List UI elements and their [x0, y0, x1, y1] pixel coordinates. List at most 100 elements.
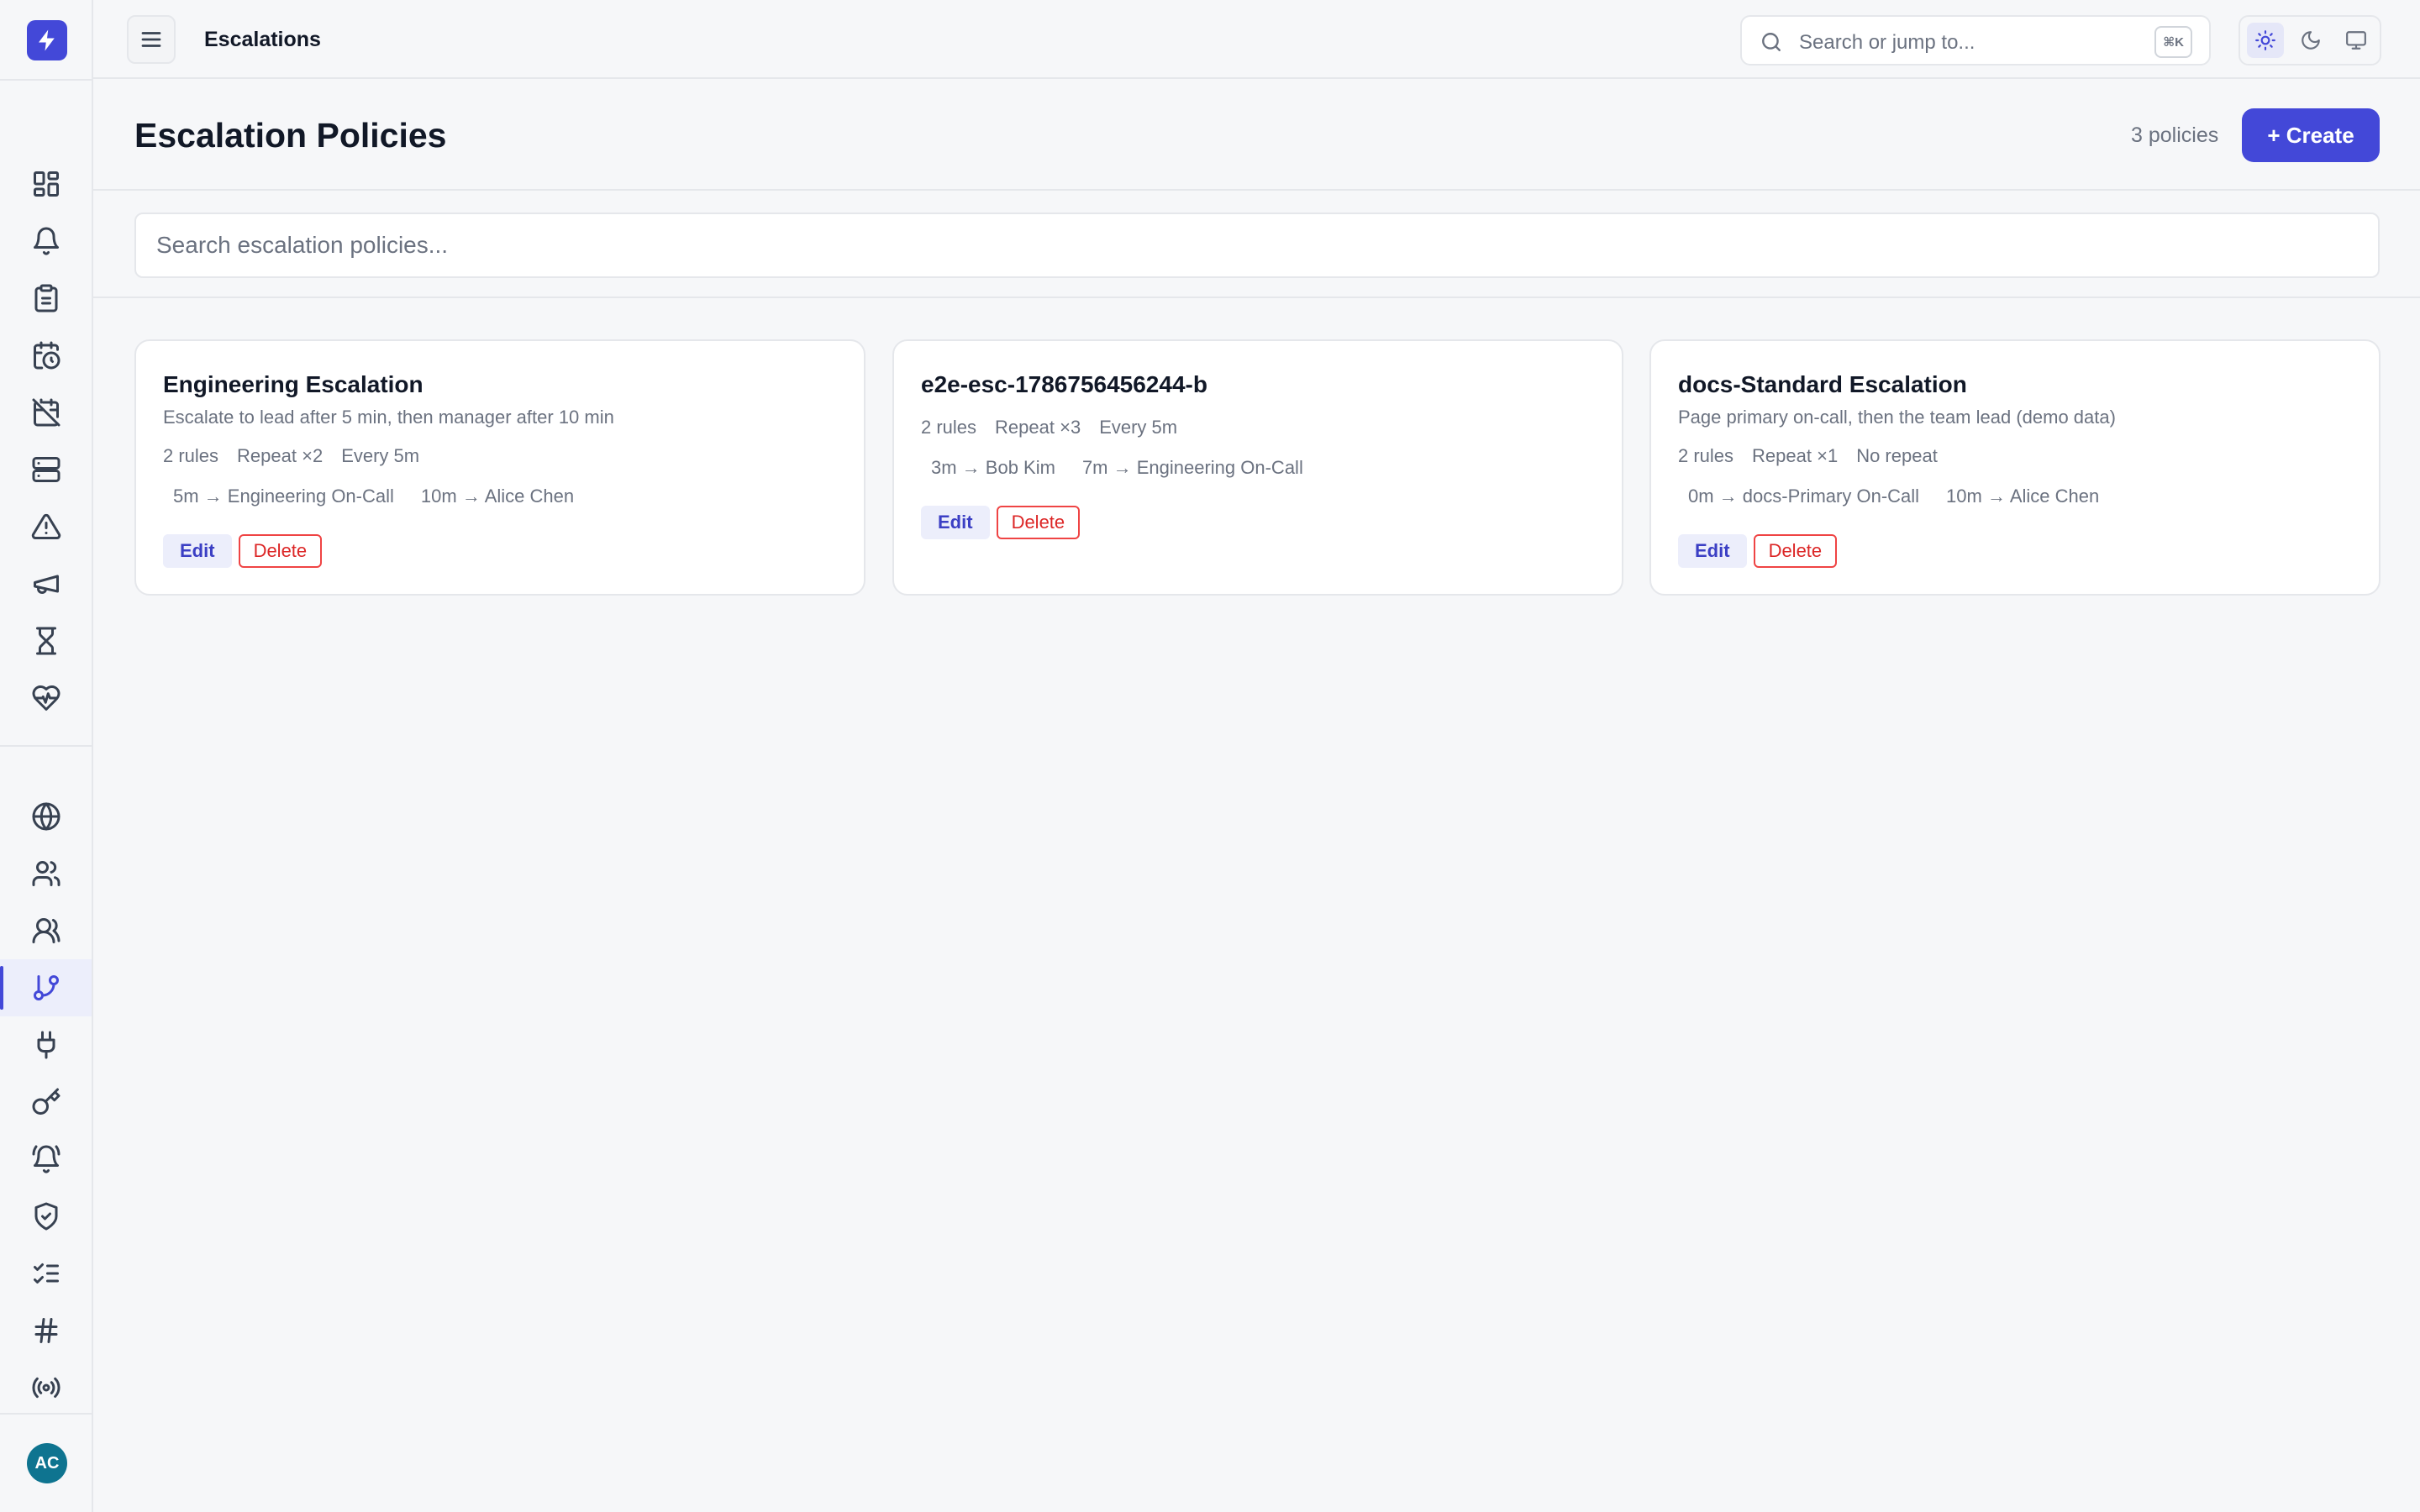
- sidebar-item-integrations[interactable]: [0, 1016, 92, 1074]
- policy-steps: 5m → Engineering On-Call 10m → Alice Che…: [173, 486, 574, 507]
- sidebar-item-schedules[interactable]: [0, 327, 92, 384]
- sidebar-item-global[interactable]: [0, 788, 92, 845]
- delete-button[interactable]: Delete: [1753, 534, 1838, 568]
- dashboard-icon: [33, 171, 59, 197]
- hourglass-icon: [35, 627, 56, 655]
- avatar[interactable]: AC: [27, 1443, 67, 1483]
- policy-interval: Every 5m: [341, 445, 420, 466]
- megaphone-icon: [33, 575, 59, 594]
- sidebar-item-notifications[interactable]: [0, 1131, 92, 1188]
- key-icon: [32, 1088, 60, 1115]
- policy-step: 7m → Engineering On-Call: [1081, 457, 1303, 478]
- sidebar-divider: [0, 1413, 92, 1415]
- plug-icon: [37, 1031, 55, 1059]
- global-search-input[interactable]: Search or jump to... ⌘K: [1740, 15, 2211, 66]
- sidebar-item-channels[interactable]: [0, 1302, 92, 1359]
- policy-step: 0m → docs-Primary On-Call: [1688, 486, 1920, 507]
- bell-icon: [33, 227, 59, 255]
- git-branch-icon: [33, 975, 59, 1000]
- sidebar-item-broadcast[interactable]: [0, 1359, 92, 1416]
- policy-card: docs-Standard Escalation Page primary on…: [1649, 339, 2381, 596]
- edit-button[interactable]: Edit: [163, 534, 232, 568]
- menu-icon: [141, 32, 161, 47]
- theme-system-button[interactable]: [2338, 23, 2375, 58]
- search-shortcut-badge: ⌘K: [2154, 26, 2192, 58]
- hash-icon: [34, 1318, 57, 1343]
- page-title: Escalation Policies: [134, 116, 447, 155]
- policy-name: Engineering Escalation: [163, 371, 424, 397]
- search-divider: [93, 297, 2420, 298]
- team-icon: [32, 918, 60, 943]
- policy-description: Page primary on-call, then the team lead…: [1678, 407, 2116, 428]
- sidebar-item-teams[interactable]: [0, 902, 92, 959]
- policy-card: e2e-esc-1786756456244-b 2 rules Repeat ×…: [892, 339, 1623, 596]
- policy-step: 10m → Alice Chen: [420, 486, 575, 507]
- policy-steps: 0m → docs-Primary On-Call 10m → Alice Ch…: [1688, 486, 2099, 507]
- sidebar-item-timeouts[interactable]: [0, 612, 92, 669]
- sidebar-item-checklists[interactable]: [0, 1245, 92, 1302]
- global-search-placeholder: Search or jump to...: [1799, 31, 1975, 54]
- sidebar-item-api-keys[interactable]: [0, 1074, 92, 1131]
- policy-step: 10m → Alice Chen: [1946, 486, 2100, 507]
- theme-light-button[interactable]: [2247, 23, 2284, 58]
- delete-button[interactable]: Delete: [238, 534, 323, 568]
- sidebar-item-tasks[interactable]: [0, 270, 92, 327]
- monitor-icon: [2346, 31, 2366, 50]
- theme-dark-button[interactable]: [2292, 23, 2329, 58]
- policy-search-input[interactable]: [134, 213, 2380, 278]
- sidebar-item-services[interactable]: [0, 441, 92, 498]
- calendar-clock-icon: [33, 341, 60, 370]
- policy-repeat: Repeat ×1: [1752, 445, 1839, 466]
- policy-actions: Edit Delete: [921, 506, 1081, 539]
- shield-check-icon: [34, 1202, 57, 1231]
- calendar-off-icon: [32, 398, 60, 427]
- sidebar-item-dashboard[interactable]: [0, 155, 92, 213]
- policy-count: 3 policies: [2131, 123, 2219, 147]
- breadcrumb: Escalations: [204, 28, 321, 51]
- policy-rules: 2 rules: [163, 445, 219, 466]
- alert-triangle-icon: [31, 513, 60, 539]
- server-icon: [32, 457, 60, 482]
- edit-button[interactable]: Edit: [1678, 534, 1747, 568]
- policy-step: 5m → Engineering On-Call: [173, 486, 394, 507]
- sidebar-item-security[interactable]: [0, 1188, 92, 1245]
- policy-step: 3m → Bob Kim: [931, 457, 1055, 478]
- policy-repeat: Repeat ×3: [995, 417, 1081, 438]
- policy-repeat: Repeat ×2: [237, 445, 324, 466]
- sun-icon: [2255, 30, 2275, 50]
- sidebar-divider: [0, 745, 92, 747]
- policy-meta: 2 rules Repeat ×2 Every 5m: [163, 445, 419, 467]
- theme-switcher: [2238, 15, 2381, 66]
- search-icon: [1762, 33, 1781, 51]
- policy-steps: 3m → Bob Kim 7m → Engineering On-Call: [931, 457, 1303, 479]
- policy-rules: 2 rules: [1678, 445, 1734, 466]
- list-checks-icon: [33, 1263, 59, 1284]
- policy-interval: Every 5m: [1099, 417, 1178, 438]
- clipboard-icon: [34, 284, 57, 312]
- bolt-icon[interactable]: [27, 20, 67, 60]
- sidebar-item-maintenance[interactable]: [0, 384, 92, 441]
- sidebar-item-escalations[interactable]: [0, 959, 92, 1016]
- create-button[interactable]: + Create: [2242, 108, 2380, 162]
- policy-actions: Edit Delete: [1678, 534, 1838, 568]
- edit-button[interactable]: Edit: [921, 506, 990, 539]
- menu-toggle-button[interactable]: [127, 15, 176, 64]
- bell-ring-icon: [32, 1145, 60, 1173]
- sidebar-item-incidents[interactable]: [0, 498, 92, 555]
- policy-name: e2e-esc-1786756456244-b: [921, 371, 1207, 397]
- sidebar-item-heartbeats[interactable]: [0, 669, 92, 727]
- sidebar-item-alerts[interactable]: [0, 213, 92, 270]
- sidebar-item-status-pages[interactable]: [0, 555, 92, 612]
- delete-button[interactable]: Delete: [996, 506, 1081, 539]
- topbar: Escalations Search or jump to... ⌘K: [93, 0, 2420, 79]
- radio-icon: [31, 1377, 60, 1399]
- policy-rules: 2 rules: [921, 417, 977, 438]
- sidebar-item-users[interactable]: [0, 845, 92, 902]
- policy-card: Engineering Escalation Escalate to lead …: [134, 339, 865, 596]
- heart-pulse-icon: [32, 685, 60, 711]
- policy-description: Escalate to lead after 5 min, then manag…: [163, 407, 614, 428]
- policy-actions: Edit Delete: [163, 534, 323, 568]
- policy-name: docs-Standard Escalation: [1678, 371, 1967, 397]
- users-icon: [32, 861, 60, 886]
- globe-icon: [32, 802, 60, 831]
